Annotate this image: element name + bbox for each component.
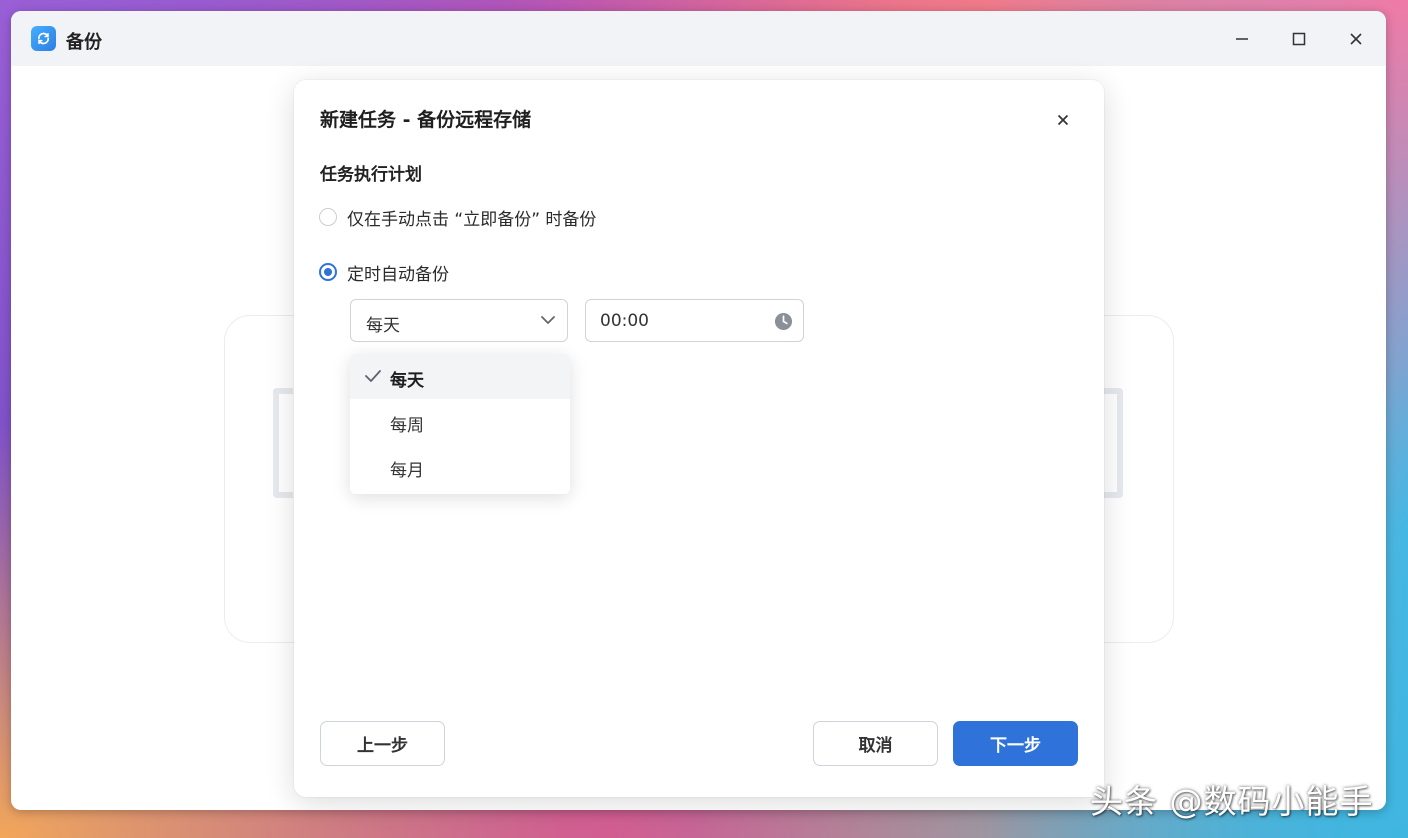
minimize-icon [1236, 38, 1248, 40]
dropdown-option-monthly[interactable]: 每月 [350, 444, 570, 489]
frequency-dropdown-menu: 每天 每周 每月 [350, 354, 570, 494]
window-close-button[interactable] [1340, 23, 1372, 55]
background-decoration-left [273, 388, 293, 498]
frequency-selected-value: 每天 [366, 316, 400, 336]
manual-backup-label: 仅在手动点击 “立即备份” 时备份 [347, 209, 597, 230]
manual-backup-option[interactable]: 仅在手动点击 “立即备份” 时备份 [319, 205, 597, 230]
check-icon [365, 370, 381, 382]
scheduled-backup-option[interactable]: 定时自动备份 [319, 260, 449, 285]
schedule-section-label: 任务执行计划 [320, 165, 422, 185]
time-picker[interactable] [585, 299, 804, 342]
scheduled-backup-radio[interactable] [319, 263, 337, 281]
title-bar[interactable]: 备份 [11, 11, 1386, 66]
time-input[interactable] [600, 309, 760, 333]
dropdown-option-label: 每周 [390, 416, 424, 436]
minimize-button[interactable] [1226, 23, 1258, 55]
dropdown-option-label: 每月 [390, 461, 424, 481]
dropdown-option-weekly[interactable]: 每周 [350, 399, 570, 444]
dropdown-option-daily[interactable]: 每天 [350, 354, 570, 399]
frequency-select[interactable]: 每天 [350, 299, 568, 342]
maximize-button[interactable] [1283, 23, 1315, 55]
window-title: 备份 [66, 32, 102, 53]
backup-app-icon [31, 26, 56, 51]
cancel-button[interactable]: 取消 [813, 721, 938, 766]
dialog-title: 新建任务 - 备份远程存储 [320, 109, 532, 131]
close-icon [1057, 114, 1069, 126]
previous-step-button[interactable]: 上一步 [320, 721, 445, 766]
new-task-dialog: 新建任务 - 备份远程存储 任务执行计划 仅在手动点击 “立即备份” 时备份 定… [294, 80, 1104, 797]
background-decoration-right [1103, 388, 1123, 498]
maximize-icon [1292, 32, 1306, 46]
manual-backup-radio[interactable] [319, 208, 337, 226]
close-icon [1350, 33, 1362, 45]
watermark-text: 头条 @数码小能手 [1090, 782, 1374, 821]
chevron-down-icon [541, 316, 555, 324]
dropdown-option-label: 每天 [390, 371, 424, 391]
next-step-button[interactable]: 下一步 [953, 721, 1078, 766]
clock-icon[interactable] [774, 312, 793, 331]
scheduled-backup-label: 定时自动备份 [347, 264, 449, 285]
dialog-close-button[interactable] [1050, 107, 1076, 133]
